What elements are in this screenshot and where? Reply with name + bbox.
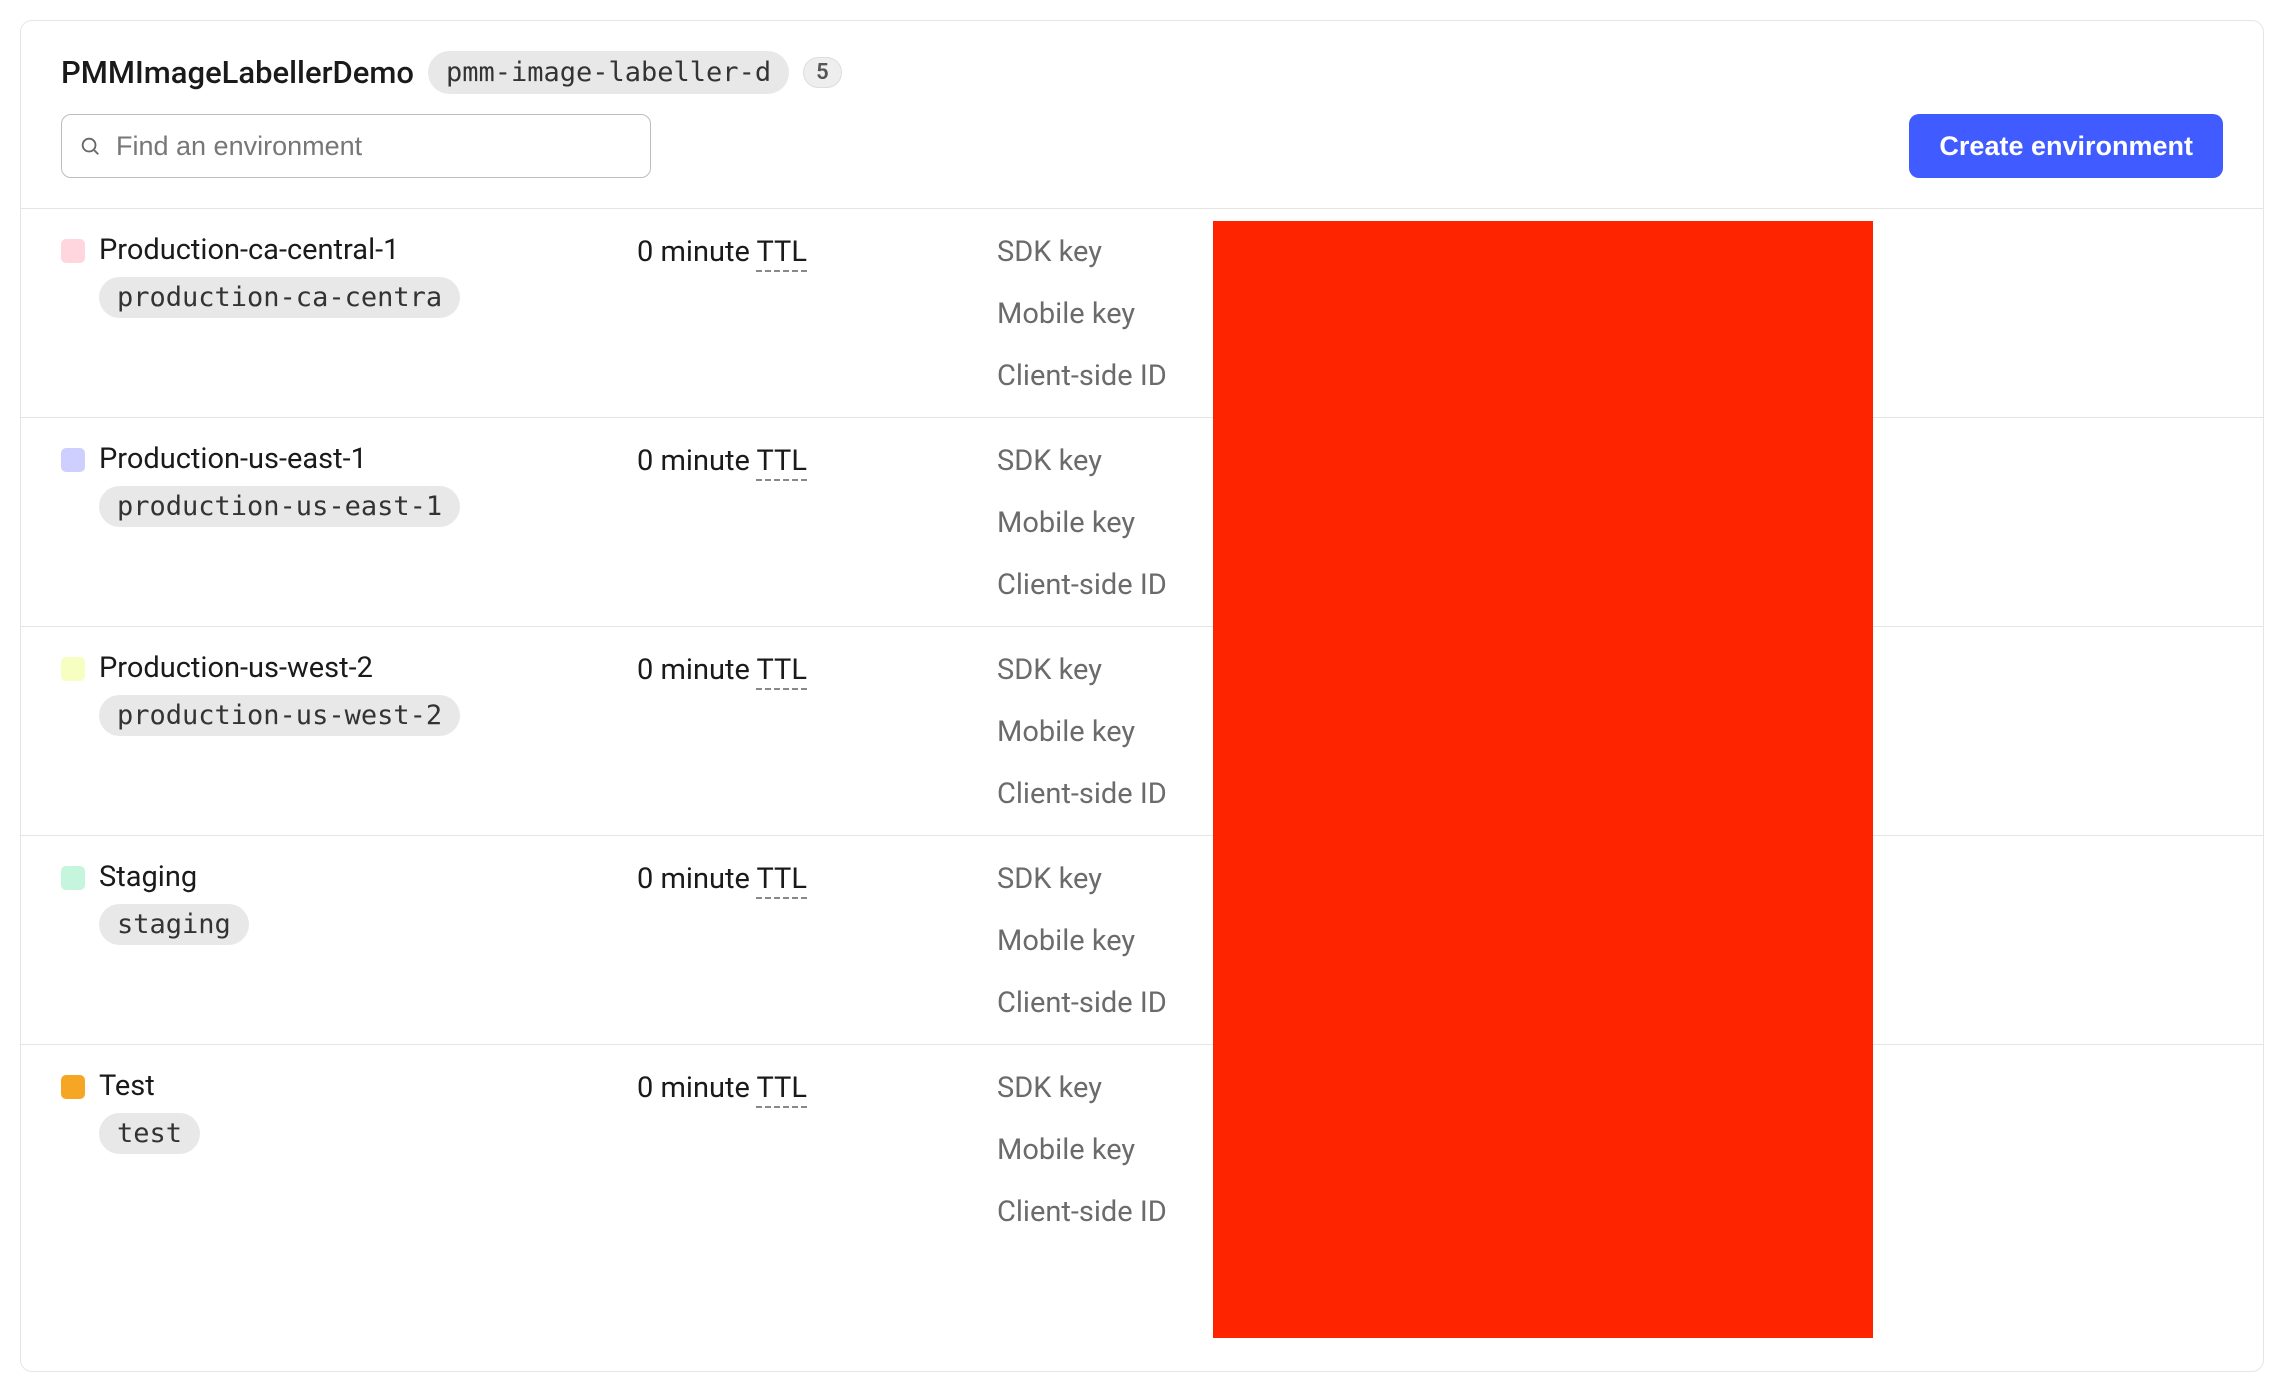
env-name-block: Production-ca-central-1 production-ca-ce… bbox=[99, 233, 460, 318]
env-key-pill: staging bbox=[99, 904, 249, 945]
env-name: Staging bbox=[99, 860, 249, 894]
ttl-abbr: TTL bbox=[756, 862, 806, 899]
search-input[interactable] bbox=[61, 114, 651, 178]
environment-row[interactable]: Staging staging 0 minute TTL SDK key Mob… bbox=[21, 836, 2263, 1045]
ttl-abbr: TTL bbox=[756, 444, 806, 481]
env-name-column: Staging staging bbox=[61, 860, 637, 945]
search-wrap bbox=[61, 114, 651, 178]
env-name-column: Production-ca-central-1 production-ca-ce… bbox=[61, 233, 637, 318]
env-ttl: 0 minute TTL bbox=[637, 651, 997, 687]
env-name: Production-us-west-2 bbox=[99, 651, 460, 685]
environment-row[interactable]: Test test 0 minute TTL SDK key Mobile ke… bbox=[21, 1045, 2263, 1253]
controls-row: Create environment bbox=[61, 114, 2223, 178]
env-name-block: Test test bbox=[99, 1069, 200, 1154]
project-slug-pill: pmm-image-labeller-d bbox=[428, 51, 789, 94]
ttl-value: 0 minute bbox=[637, 1071, 756, 1105]
env-name-block: Staging staging bbox=[99, 860, 249, 945]
title-row: PMMImageLabellerDemo pmm-image-labeller-… bbox=[61, 51, 2223, 94]
ttl-value: 0 minute bbox=[637, 653, 756, 687]
env-ttl: 0 minute TTL bbox=[637, 860, 997, 896]
ttl-value: 0 minute bbox=[637, 862, 756, 896]
env-key-pill: production-us-east-1 bbox=[99, 486, 460, 527]
env-color-swatch bbox=[61, 448, 85, 472]
env-name-block: Production-us-west-2 production-us-west-… bbox=[99, 651, 460, 736]
ttl-abbr: TTL bbox=[756, 653, 806, 690]
panel-header: PMMImageLabellerDemo pmm-image-labeller-… bbox=[21, 21, 2263, 209]
env-key-pill: production-ca-centra bbox=[99, 277, 460, 318]
env-name: Production-us-east-1 bbox=[99, 442, 460, 476]
create-environment-button[interactable]: Create environment bbox=[1909, 114, 2223, 178]
ttl-abbr: TTL bbox=[756, 235, 806, 272]
env-key-pill: production-us-west-2 bbox=[99, 695, 460, 736]
environments-list: Production-ca-central-1 production-ca-ce… bbox=[21, 209, 2263, 1253]
search-icon bbox=[79, 135, 101, 157]
environments-panel: PMMImageLabellerDemo pmm-image-labeller-… bbox=[20, 20, 2264, 1372]
env-name: Test bbox=[99, 1069, 200, 1103]
env-color-swatch bbox=[61, 1075, 85, 1099]
redaction-overlay bbox=[1213, 221, 1873, 1338]
environment-row[interactable]: Production-ca-central-1 production-ca-ce… bbox=[21, 209, 2263, 418]
env-name: Production-ca-central-1 bbox=[99, 233, 460, 267]
ttl-abbr: TTL bbox=[756, 1071, 806, 1108]
environment-count-badge: 5 bbox=[803, 57, 842, 88]
project-title: PMMImageLabellerDemo bbox=[61, 54, 414, 91]
env-color-swatch bbox=[61, 657, 85, 681]
env-name-block: Production-us-east-1 production-us-east-… bbox=[99, 442, 460, 527]
env-ttl: 0 minute TTL bbox=[637, 233, 997, 269]
env-name-column: Production-us-west-2 production-us-west-… bbox=[61, 651, 637, 736]
env-key-pill: test bbox=[99, 1113, 200, 1154]
environment-row[interactable]: Production-us-east-1 production-us-east-… bbox=[21, 418, 2263, 627]
env-ttl: 0 minute TTL bbox=[637, 1069, 997, 1105]
ttl-value: 0 minute bbox=[637, 235, 756, 269]
env-color-swatch bbox=[61, 239, 85, 263]
env-ttl: 0 minute TTL bbox=[637, 442, 997, 478]
env-color-swatch bbox=[61, 866, 85, 890]
env-name-column: Production-us-east-1 production-us-east-… bbox=[61, 442, 637, 527]
ttl-value: 0 minute bbox=[637, 444, 756, 478]
env-name-column: Test test bbox=[61, 1069, 637, 1154]
environment-row[interactable]: Production-us-west-2 production-us-west-… bbox=[21, 627, 2263, 836]
